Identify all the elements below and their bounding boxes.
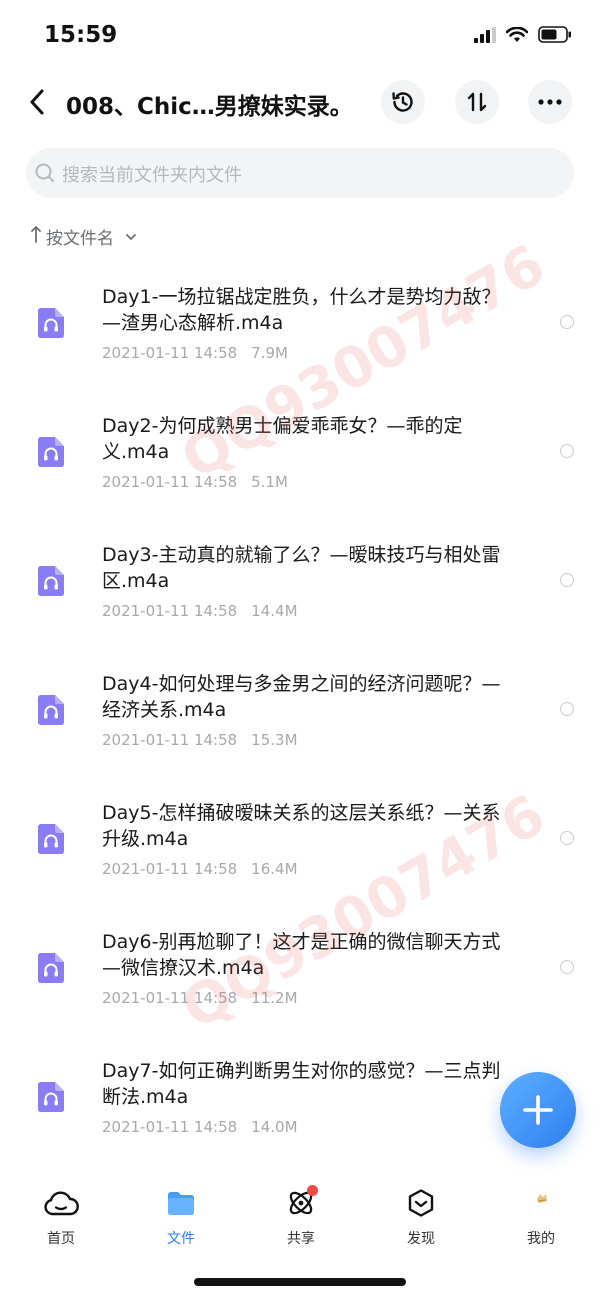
notification-badge	[307, 1185, 318, 1196]
select-radio[interactable]	[560, 573, 574, 587]
file-name: Day2-为何成熟男士偏爱乖乖女？—乖的定义.m4a	[102, 415, 463, 463]
back-button[interactable]	[22, 84, 52, 120]
file-row[interactable]: Day5-怎样捅破暧昧关系的这层关系纸？—关系升级.m4a 2021-01-11 …	[0, 776, 600, 905]
file-date: 2021-01-11 14:58	[102, 989, 238, 1007]
tab-me-label: 我的	[527, 1231, 555, 1247]
file-date: 2021-01-11 14:58	[102, 344, 238, 362]
folder-icon	[168, 1192, 194, 1215]
file-name: Day1-一场拉锯战定胜负，什么才是势均力敌？—渣男心态解析.m4a	[102, 286, 501, 334]
file-name: Day5-怎样捅破暧昧关系的这层关系纸？—关系升级.m4a	[102, 802, 501, 850]
file-date: 2021-01-11 14:58	[102, 1118, 238, 1136]
tab-discover[interactable]: 发现	[381, 1188, 461, 1248]
select-radio[interactable]	[560, 702, 574, 716]
file-name: Day3-主动真的就输了么？—暧昧技巧与相处雷区.m4a	[102, 544, 501, 592]
chevron-left-icon	[30, 89, 44, 115]
nav-header: 008、Chic…男撩妹实录。	[0, 72, 600, 134]
status-icons	[474, 26, 572, 47]
add-button[interactable]	[500, 1072, 576, 1148]
file-size: 14.0M	[251, 1118, 298, 1136]
file-size: 16.4M	[251, 860, 298, 878]
file-size: 15.3M	[251, 731, 298, 749]
audio-file-icon	[38, 695, 64, 725]
sort-label: 按文件名	[46, 229, 114, 249]
select-radio[interactable]	[560, 960, 574, 974]
file-size: 11.2M	[251, 989, 298, 1007]
history-icon	[392, 92, 413, 112]
file-meta: 2021-01-11 14:58 15.3M	[102, 731, 312, 749]
file-date: 2021-01-11 14:58	[102, 731, 238, 749]
battery-icon	[538, 26, 572, 47]
file-meta: 2021-01-11 14:58 7.9M	[102, 344, 302, 362]
tab-files[interactable]: 文件	[141, 1188, 221, 1248]
file-size: 14.4M	[251, 602, 298, 620]
audio-file-icon	[38, 566, 64, 596]
more-button[interactable]	[528, 80, 572, 124]
audio-file-icon	[38, 824, 64, 854]
more-icon	[538, 99, 562, 105]
audio-file-icon	[38, 953, 64, 983]
file-row[interactable]: Day6-别再尬聊了！这才是正确的微信聊天方式—微信撩汉术.m4a 2021-01…	[0, 905, 600, 1034]
file-size: 7.9M	[251, 344, 288, 362]
file-row[interactable]: Day4-如何处理与多金男之间的经济问题呢？—经济关系.m4a 2021-01-1…	[0, 647, 600, 776]
compass-icon	[408, 1189, 434, 1217]
search-placeholder: 搜索当前文件夹内文件	[62, 165, 242, 186]
sort-order-button[interactable]	[455, 80, 499, 124]
tab-discover-label: 发现	[407, 1231, 435, 1247]
search-icon	[34, 162, 56, 188]
cloud-icon	[44, 1191, 79, 1216]
file-meta: 2021-01-11 14:58 11.2M	[102, 989, 312, 1007]
file-row[interactable]: Day3-主动真的就输了么？—暧昧技巧与相处雷区.m4a 2021-01-11 1…	[0, 518, 600, 647]
plus-icon	[523, 1095, 553, 1125]
file-size: 5.1M	[251, 473, 288, 491]
tab-files-label: 文件	[167, 1231, 195, 1247]
chevron-down-icon	[118, 227, 138, 247]
tab-share-label: 共享	[287, 1231, 315, 1247]
select-radio[interactable]	[560, 315, 574, 329]
arrow-up-icon	[30, 225, 42, 248]
file-date: 2021-01-11 14:58	[102, 602, 238, 620]
file-meta: 2021-01-11 14:58 5.1M	[102, 473, 302, 491]
status-bar: 15:59	[0, 0, 600, 70]
select-radio[interactable]	[560, 444, 574, 458]
file-name: Day4-如何处理与多金男之间的经济问题呢？—经济关系.m4a	[102, 673, 501, 721]
file-row[interactable]: Day1-一场拉锯战定胜负，什么才是势均力敌？—渣男心态解析.m4a 2021-0…	[0, 260, 600, 389]
file-list: Day1-一场拉锯战定胜负，什么才是势均力敌？—渣男心态解析.m4a 2021-0…	[0, 260, 600, 1163]
sort-selector[interactable]: 按文件名	[30, 224, 138, 249]
swap-vertical-icon	[467, 92, 487, 112]
history-button[interactable]	[381, 80, 425, 124]
file-meta: 2021-01-11 14:58 16.4M	[102, 860, 312, 878]
file-date: 2021-01-11 14:58	[102, 473, 238, 491]
file-meta: 2021-01-11 14:58 14.4M	[102, 602, 312, 620]
status-time: 15:59	[44, 22, 118, 48]
file-meta: 2021-01-11 14:58 14.0M	[102, 1118, 312, 1136]
tab-bar: 首页 文件 共享 发现 我的	[0, 1170, 600, 1270]
signal-icon	[474, 26, 496, 47]
search-input[interactable]: 搜索当前文件夹内文件	[26, 148, 574, 198]
audio-file-icon	[38, 1082, 64, 1112]
file-date: 2021-01-11 14:58	[102, 860, 238, 878]
home-indicator	[194, 1278, 406, 1286]
select-radio[interactable]	[560, 831, 574, 845]
audio-file-icon	[38, 437, 64, 467]
page-title: 008、Chic…男撩妹实录。	[66, 94, 353, 120]
tab-home[interactable]: 首页	[21, 1188, 101, 1248]
tab-share[interactable]: 共享	[261, 1185, 341, 1248]
file-name: Day7-如何正确判断男生对你的感觉？—三点判断法.m4a	[102, 1060, 501, 1108]
tab-me[interactable]: 我的	[501, 1188, 581, 1248]
tab-home-label: 首页	[47, 1231, 75, 1247]
audio-file-icon	[38, 308, 64, 338]
file-name: Day6-别再尬聊了！这才是正确的微信聊天方式—微信撩汉术.m4a	[102, 931, 501, 979]
profile-icon	[537, 1194, 547, 1203]
wifi-icon	[505, 26, 529, 47]
file-row[interactable]: Day2-为何成熟男士偏爱乖乖女？—乖的定义.m4a 2021-01-11 14:…	[0, 389, 600, 518]
